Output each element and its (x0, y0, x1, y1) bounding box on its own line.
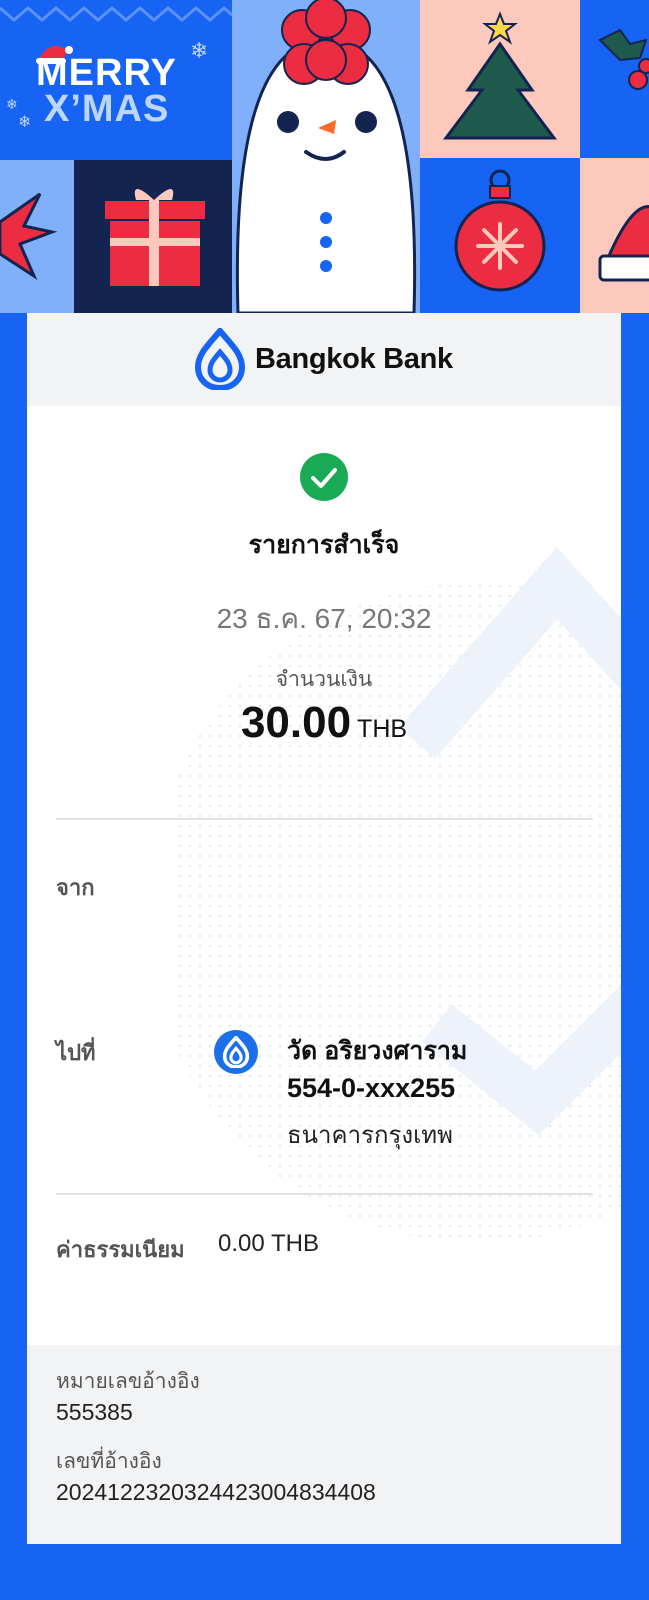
snowflake-icon: ❄ (6, 96, 18, 112)
merry-xmas-tile: MERRY X’MAS ❄ ❄ ❄ (0, 0, 232, 160)
snowman-icon (235, 0, 417, 313)
poinsettia-icon (0, 192, 58, 280)
recipient-bank-icon (214, 1030, 258, 1074)
christmas-tree-icon (443, 11, 557, 140)
card-header: Bangkok Bank (27, 313, 621, 406)
ornament-tile (420, 158, 580, 313)
bank-name: Bangkok Bank (255, 342, 453, 375)
santa-hat-tile (580, 158, 649, 313)
to-label: ไปที่ (56, 1040, 96, 1065)
xmas-text: X’MAS (44, 88, 170, 130)
bangkok-bank-lotus-icon (195, 328, 245, 390)
poinsettia-tile (0, 160, 74, 313)
transaction-datetime: 23 ธ.ค. 67, 20:32 (216, 603, 432, 634)
divider (56, 1193, 593, 1195)
from-label: จาก (56, 875, 95, 900)
receipt-card: Bangkok Bank รายการสำเร็จ 23 ธ.ค. 67, 20… (27, 313, 621, 1544)
snowman-tile (232, 0, 420, 313)
ornament-icon (454, 169, 546, 292)
fee-label: ค่าธรรมเนียม (56, 1237, 185, 1262)
amount-currency: THB (357, 715, 408, 743)
fee-value: 0.00 THB (218, 1230, 319, 1257)
reference-id-label: เลขที่อ้างอิง (56, 1450, 162, 1473)
reference-section: หมายเลขอ้างอิง 555385 เลขที่อ้างอิง 2024… (27, 1345, 621, 1544)
recipient-bank: ธนาคารกรุงเทพ (287, 1122, 453, 1149)
holly-tile (580, 0, 649, 158)
gift-box-icon (103, 189, 207, 286)
amount-value: 30.00 (240, 698, 352, 747)
snowflake-icon: ❄ (18, 114, 32, 131)
holly-icon (598, 28, 649, 90)
christmas-banner: MERRY X’MAS ❄ ❄ ❄ (0, 0, 649, 313)
bank-logo: Bangkok Bank (195, 328, 453, 390)
reference-id-value: 2024122320324423004834408 (56, 1479, 376, 1505)
tree-tile (420, 0, 580, 158)
reference-number-value: 555385 (56, 1399, 133, 1425)
status-text: รายการสำเร็จ (248, 531, 400, 559)
recipient-account: 554-0-xxx255 (287, 1073, 456, 1103)
santa-hat-icon (598, 205, 649, 282)
gift-tile (74, 160, 232, 313)
amount-row: 30.00 THB (27, 698, 621, 748)
divider (56, 818, 593, 820)
recipient-name: วัด อริยวงศาราม (287, 1037, 468, 1065)
amount-label: จำนวนเงิน (275, 668, 373, 691)
snowflake-icon: ❄ (190, 38, 209, 63)
bangkok-bank-lotus-icon (223, 1036, 249, 1068)
check-circle-icon (300, 453, 348, 501)
reference-number-label: หมายเลขอ้างอิง (56, 1370, 200, 1393)
